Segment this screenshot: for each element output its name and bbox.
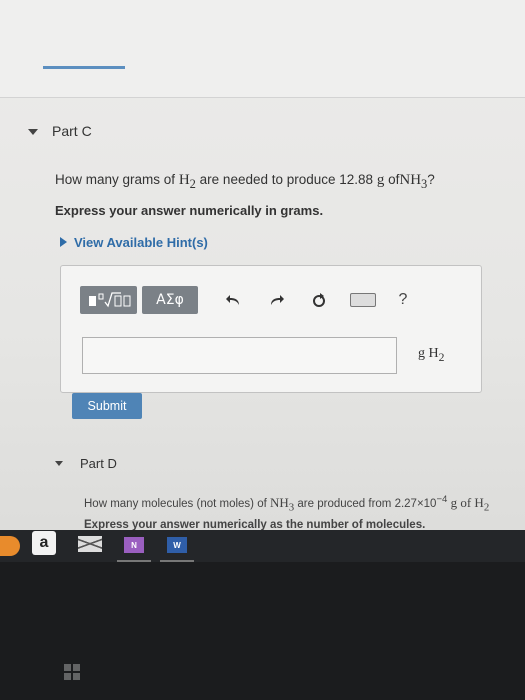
unit-g: g <box>418 346 425 361</box>
part-c-collapse-icon[interactable] <box>28 129 38 135</box>
math-toolbar: ΑΣφ ? <box>80 286 412 314</box>
unit-h: H <box>428 346 439 361</box>
unit-subscript: 2 <box>483 501 490 514</box>
part-c-title[interactable]: Part C <box>52 123 92 139</box>
unit-subscript: 2 <box>438 350 445 364</box>
question-text-mid: are produced from 2.27×10 <box>297 497 437 510</box>
greek-symbols-button[interactable]: ΑΣφ <box>142 286 198 314</box>
nh3-formula: NH3 <box>270 494 295 514</box>
h2-formula: H2 <box>178 172 196 191</box>
running-indicator <box>160 560 194 562</box>
unit-text: g of H <box>450 494 484 510</box>
submit-button[interactable]: Submit <box>72 393 142 419</box>
part-d-question: How many molecules (not moles) of NH3 ar… <box>84 494 489 513</box>
mass-unit: g of H2 <box>450 494 490 514</box>
question-text-of: of <box>388 172 400 187</box>
answer-input[interactable] <box>82 337 397 374</box>
exponent: −4 <box>436 494 448 505</box>
part-c-instruction: Express your answer numerically in grams… <box>55 203 324 218</box>
question-text: How many molecules (not moles) of <box>84 497 267 510</box>
reset-icon[interactable] <box>308 292 330 308</box>
onenote-icon[interactable]: N <box>124 537 144 553</box>
amazon-icon[interactable]: a <box>32 531 56 555</box>
part-d-collapse-icon[interactable] <box>55 461 63 466</box>
view-hints-link[interactable]: View Available Hint(s) <box>60 235 208 250</box>
h2-subscript: 2 <box>189 177 196 191</box>
undo-icon[interactable] <box>222 293 244 307</box>
redo-icon[interactable] <box>266 293 288 307</box>
page-header-area <box>0 0 525 98</box>
nh3-formula: NH3 <box>399 172 427 191</box>
question-unit: g <box>376 172 385 188</box>
running-indicator <box>117 560 151 562</box>
nh3-subscript: 3 <box>288 501 295 514</box>
h2-symbol: H <box>178 172 190 188</box>
nh3-symbol: NH <box>399 172 422 188</box>
word-icon[interactable]: W <box>167 537 187 553</box>
app-orange-icon[interactable] <box>0 536 20 556</box>
windows-logo-icon <box>64 664 80 680</box>
templates-button[interactable] <box>80 286 137 314</box>
help-button[interactable]: ? <box>394 291 412 309</box>
expand-triangle-icon <box>60 237 67 247</box>
answer-unit: g H2 <box>418 346 444 364</box>
question-text-mid: are needed to produce 12.88 <box>199 172 374 187</box>
part-c-question: How many grams of H2 are needed to produ… <box>55 172 435 192</box>
nh3-symbol: NH <box>270 494 289 510</box>
hint-label: View Available Hint(s) <box>74 235 208 250</box>
mail-icon[interactable] <box>78 536 102 552</box>
question-text: How many grams of <box>55 172 176 187</box>
active-tab-underline <box>43 66 125 69</box>
keyboard-icon[interactable] <box>350 293 376 307</box>
browser-page: Part C How many grams of H2 are needed t… <box>0 0 525 545</box>
part-d-title[interactable]: Part D <box>80 456 117 471</box>
question-mark: ? <box>427 172 435 187</box>
templates-icon <box>88 292 130 308</box>
